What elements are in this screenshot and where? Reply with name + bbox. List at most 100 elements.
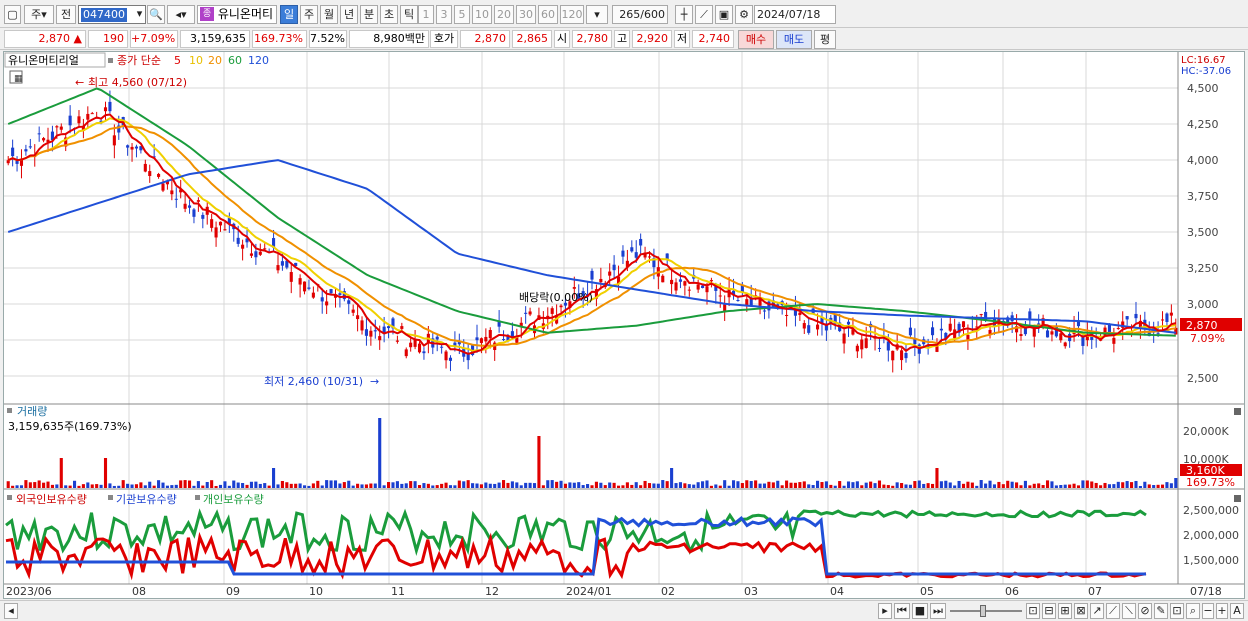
volume-bar [298, 483, 302, 488]
interval-3[interactable]: 3 [436, 5, 452, 24]
volume-bar [510, 481, 514, 488]
zoom-slider-thumb[interactable] [980, 605, 986, 617]
interval-dropdown[interactable]: ▾ [586, 5, 608, 24]
volume-bar [356, 483, 360, 488]
speaker-icon[interactable]: ◂▾ [167, 5, 195, 24]
candle-body [161, 183, 165, 191]
volume-bar [33, 482, 37, 488]
period-minute[interactable]: 분 [360, 5, 378, 24]
stop-icon[interactable]: ■ [912, 603, 928, 619]
quote-bar: 2,870 ▲ 190 +7.09% 3,159,635 169.73% 7.5… [0, 28, 1248, 50]
layout-icon[interactable]: ⊞ [1058, 603, 1072, 619]
period-month[interactable]: 월 [320, 5, 338, 24]
candle-body [1134, 313, 1138, 319]
candle-body [696, 284, 700, 290]
draw-line-icon[interactable]: ⟋ [695, 5, 713, 24]
count-input[interactable]: 265/600 [612, 5, 668, 24]
tool-icon[interactable]: ↗ [1090, 603, 1104, 619]
scroll-left-icon[interactable]: ◂ [4, 603, 18, 619]
stock-chart[interactable]: 유니온머티리얼 종가 단순 5 10 20 60 120 ▦ 최고 4,560 … [4, 52, 1244, 598]
volume-bar [227, 485, 231, 488]
zoom-in-icon[interactable]: + [1216, 603, 1228, 619]
volume-bar [975, 485, 979, 488]
date-field[interactable]: 2024/07/18 [754, 5, 836, 24]
candle-body [236, 237, 240, 244]
candle-body [701, 285, 705, 289]
volume-bar [484, 482, 488, 488]
interval-1[interactable]: 1 [418, 5, 434, 24]
period-tick[interactable]: 틱 [400, 5, 418, 24]
volume-bar [590, 485, 594, 488]
search-icon[interactable]: 🔍 [147, 5, 165, 24]
buy-button[interactable]: 매수 [738, 30, 774, 49]
scope-select[interactable]: 전 [56, 5, 76, 24]
volume-bar [351, 485, 355, 488]
tool-icon[interactable]: ⟍ [1122, 603, 1136, 619]
low-label: 저 [674, 30, 690, 48]
volume-bar [789, 482, 793, 488]
zoom-out-icon[interactable]: − [1202, 603, 1214, 619]
bottom-scrollbar[interactable]: ◂ ▸ ⏮ ■ ⏭ ⊡ ⊟ ⊞ ⊠ ↗ ⟋ ⟍ ⊘ ✎ ⊡ ⌕ − + A [0, 600, 1248, 621]
x-label: 02 [661, 585, 675, 598]
go-last-icon[interactable]: ⏭ [930, 603, 946, 619]
candle-body [263, 248, 267, 250]
interval-20[interactable]: 20 [494, 5, 514, 24]
go-first-icon[interactable]: ⏮ [894, 603, 910, 619]
volume-bar [886, 485, 890, 488]
candle-body [329, 289, 333, 294]
volume-bar [46, 481, 50, 488]
period-second[interactable]: 초 [380, 5, 398, 24]
candle-body [528, 311, 532, 315]
period-year[interactable]: 년 [340, 5, 358, 24]
x-label: 05 [920, 585, 934, 598]
interval-120[interactable]: 120 [560, 5, 584, 24]
chart-area[interactable]: 유니온머티리얼 종가 단순 5 10 20 60 120 ▦ 최고 4,560 … [3, 51, 1245, 599]
interval-10[interactable]: 10 [472, 5, 492, 24]
zoom-search-icon[interactable]: ⌕ [1186, 603, 1200, 619]
candle-type-icon[interactable]: ┼ [675, 5, 693, 24]
settings-gear-icon[interactable]: ⚙ [735, 5, 753, 24]
tool-icon[interactable]: ⟋ [1106, 603, 1120, 619]
sell-button[interactable]: 매도 [776, 30, 812, 49]
scroll-right-icon[interactable]: ▸ [878, 603, 892, 619]
candle-body [904, 353, 908, 359]
candle-body [1125, 316, 1129, 320]
volume-bar [820, 482, 824, 488]
tool-icon[interactable]: ✎ [1154, 603, 1168, 619]
vol-panel-close-icon[interactable] [1234, 408, 1241, 415]
layout-icon[interactable]: ⊠ [1074, 603, 1088, 619]
layout-icon[interactable]: ⊡ [1026, 603, 1040, 619]
candle-body [816, 324, 820, 330]
interval-60[interactable]: 60 [538, 5, 558, 24]
period-day[interactable]: 일 [280, 5, 298, 24]
volume-bar [342, 482, 346, 488]
volume-bar [6, 481, 10, 488]
volume-bar [422, 483, 426, 488]
vol-ratio-cell: 169.73% [252, 30, 307, 48]
interval-30[interactable]: 30 [516, 5, 536, 24]
market-select[interactable]: 주▾ [24, 5, 54, 24]
zoom-slider-track[interactable] [950, 610, 1022, 612]
volume-bar [382, 485, 386, 488]
volume-bar [232, 480, 236, 488]
window-icon[interactable]: ▢ [4, 5, 21, 24]
eval-button[interactable]: 평 [814, 30, 836, 49]
volume-bar [1116, 481, 1120, 488]
code-dropdown-icon[interactable]: ▾ [133, 5, 146, 24]
save-icon[interactable]: ▣ [715, 5, 733, 24]
volume-bar [302, 485, 307, 488]
legend-ma-10: 10 [189, 54, 203, 67]
stock-name-field[interactable]: 종 유니온머티 [197, 5, 277, 24]
font-size-icon[interactable]: A [1230, 603, 1244, 619]
volume-bar [568, 482, 572, 488]
inv-panel-close-icon[interactable] [1234, 495, 1241, 502]
candle-body [249, 253, 254, 256]
toolbar: ▢ 주▾ 전 047400 ▾ 🔍 ◂▾ 종 유니온머티 일 주 월 년 분 초… [0, 0, 1248, 28]
tool-icon[interactable]: ⊡ [1170, 603, 1184, 619]
layout-icon[interactable]: ⊟ [1042, 603, 1056, 619]
tool-icon[interactable]: ⊘ [1138, 603, 1152, 619]
legend-marker [108, 58, 113, 63]
interval-5[interactable]: 5 [454, 5, 470, 24]
volume-bar [1006, 480, 1010, 488]
period-week[interactable]: 주 [300, 5, 318, 24]
